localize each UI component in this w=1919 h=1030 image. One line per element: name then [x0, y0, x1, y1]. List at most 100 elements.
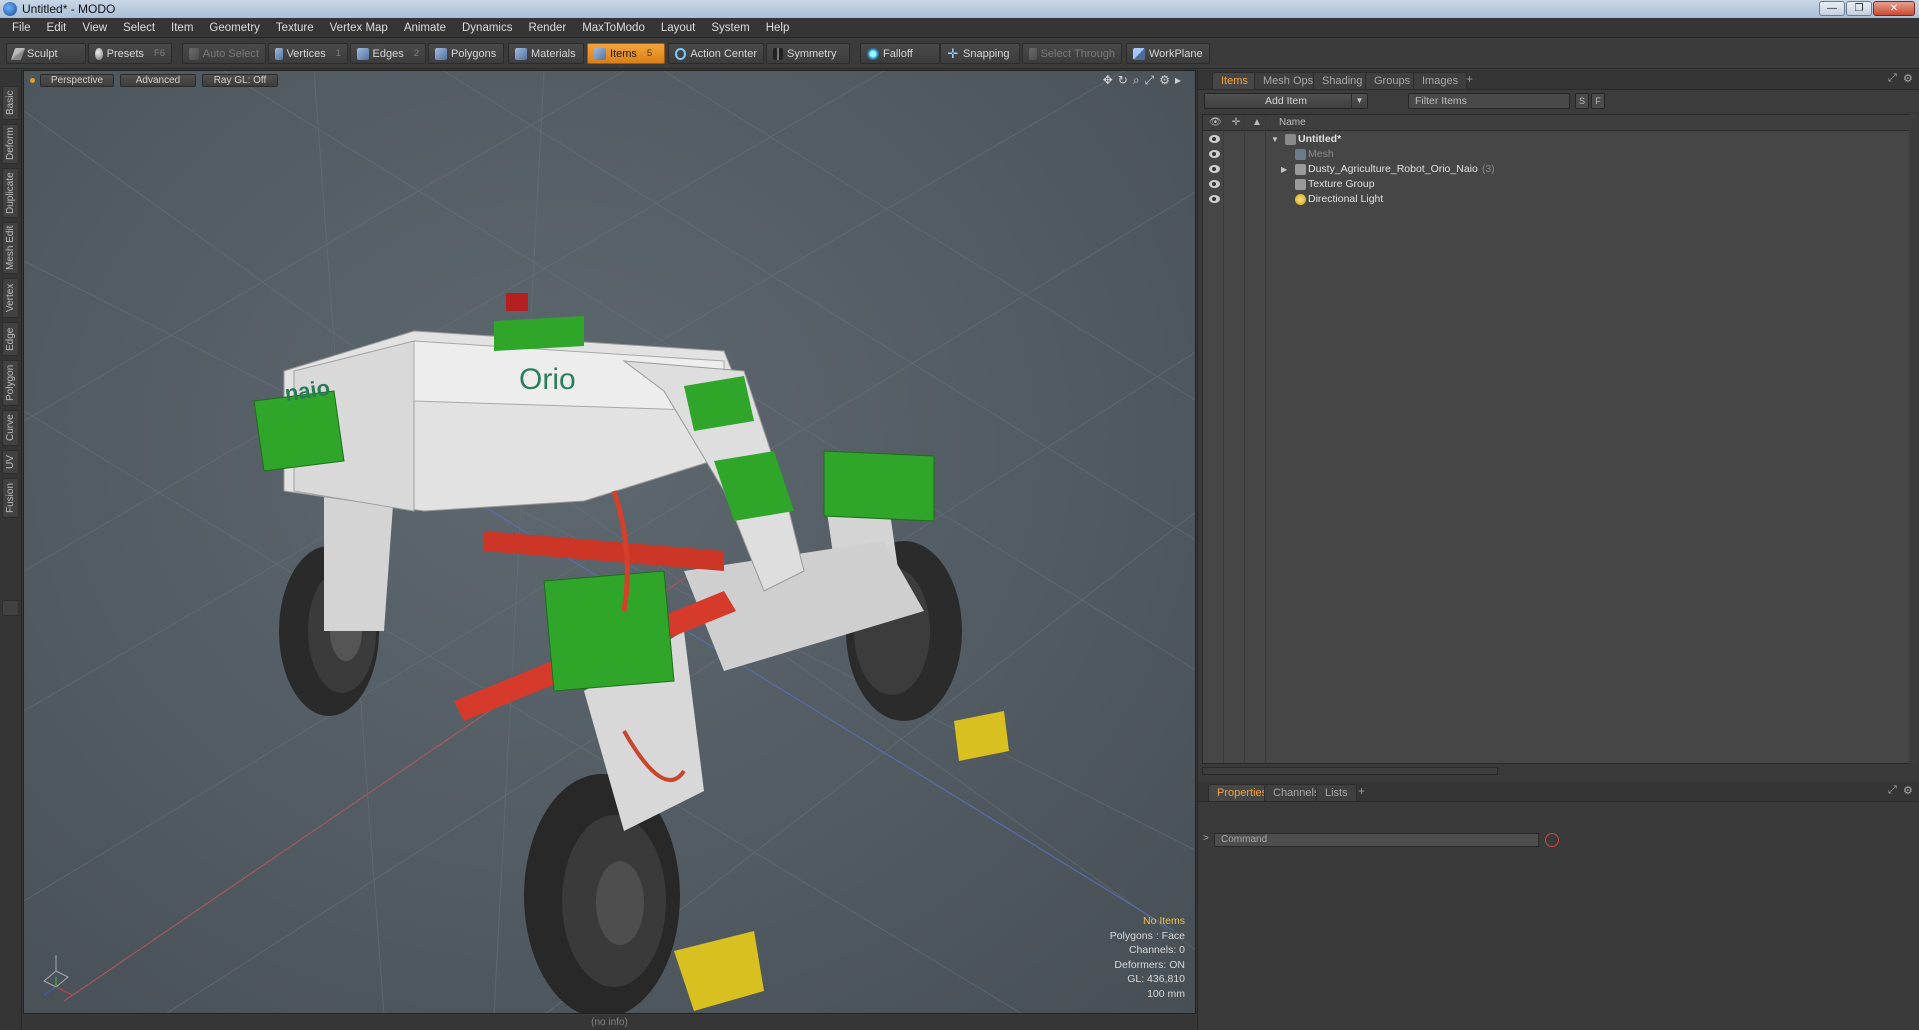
render-column-icon[interactable]: ▲: [1251, 117, 1263, 129]
add-tab-icon[interactable]: +: [1466, 72, 1473, 86]
menu-view[interactable]: View: [74, 18, 115, 38]
tab-lists[interactable]: Lists: [1316, 784, 1357, 801]
tab-fusion[interactable]: Fusion: [2, 478, 19, 518]
panel-settings-icon[interactable]: ⚙: [1903, 72, 1913, 85]
viewport-menu-dot[interactable]: [30, 78, 35, 83]
menu-texture[interactable]: Texture: [268, 18, 322, 38]
zoom-icon[interactable]: ⌕: [1133, 73, 1140, 88]
tab-curve[interactable]: Curve: [2, 410, 19, 446]
lock-column-icon[interactable]: ✛: [1230, 117, 1242, 129]
horizontal-scrollbar[interactable]: [1202, 767, 1498, 775]
expand-arrow-icon[interactable]: ▶: [1281, 162, 1291, 177]
command-history-icon[interactable]: [1545, 833, 1559, 847]
modo-app-icon: [3, 2, 17, 16]
collapse-arrow-icon[interactable]: ▼: [1271, 132, 1281, 147]
menu-layout[interactable]: Layout: [653, 18, 704, 38]
rotate-icon[interactable]: ↻: [1118, 73, 1128, 88]
menu-render[interactable]: Render: [520, 18, 574, 38]
add-item-dropdown-icon[interactable]: ▼: [1351, 94, 1367, 108]
tab-polygon[interactable]: Polygon: [2, 360, 19, 406]
select-through-button[interactable]: Select Through: [1022, 43, 1122, 64]
tab-basic[interactable]: Basic: [2, 86, 19, 120]
vertices-mode-button[interactable]: Vertices 1: [268, 43, 348, 64]
hud-polygons: Polygons : Face: [1109, 929, 1185, 942]
menu-select[interactable]: Select: [115, 18, 163, 38]
snapping-button[interactable]: ✛ Snapping: [940, 43, 1020, 64]
sculpt-button[interactable]: Sculpt: [6, 43, 86, 64]
items-mode-button[interactable]: Items 5: [587, 43, 665, 64]
tree-row-robot[interactable]: ▶ Dusty_Agriculture_Robot_Orio_Naio (3): [1203, 162, 1913, 177]
fit-icon[interactable]: ⤢: [1145, 73, 1155, 88]
vertical-scrollbar[interactable]: [1909, 114, 1917, 764]
panel-maximize-icon[interactable]: ⤢: [1888, 72, 1897, 85]
workplane-button[interactable]: WorkPlane: [1126, 43, 1210, 64]
items-icon: [594, 47, 606, 60]
auto-select-icon: [189, 47, 199, 60]
visibility-eye-icon[interactable]: [1209, 165, 1220, 173]
tab-deform[interactable]: Deform: [2, 124, 19, 164]
tab-mesh-ops[interactable]: Mesh Ops: [1254, 72, 1323, 89]
close-button[interactable]: ✕: [1873, 1, 1915, 16]
snapping-icon: ✛: [947, 45, 959, 61]
action-center-button[interactable]: Action Center: [668, 43, 764, 64]
panel-settings-icon[interactable]: ⚙: [1903, 784, 1913, 797]
materials-mode-button[interactable]: Materials: [508, 43, 584, 64]
menu-help[interactable]: Help: [758, 18, 798, 38]
menu-dynamics[interactable]: Dynamics: [454, 18, 520, 38]
minimize-button[interactable]: —: [1819, 1, 1845, 16]
visibility-eye-icon[interactable]: [1209, 135, 1220, 143]
menu-edit[interactable]: Edit: [39, 18, 75, 38]
expand-arrow-icon[interactable]: ▸: [1175, 73, 1181, 88]
symmetry-button[interactable]: Symmetry: [766, 43, 850, 64]
tab-collapse-handle[interactable]: [2, 600, 19, 616]
tree-row-mesh[interactable]: Mesh: [1203, 147, 1913, 162]
add-item-button[interactable]: Add Item ▼: [1204, 93, 1368, 109]
item-list-tree[interactable]: 👁 ✛ ▲ Name ▼ Untitled* Mesh ▶ Dusty_Agri…: [1202, 114, 1914, 764]
menu-animate[interactable]: Animate: [396, 18, 454, 38]
tab-vertex[interactable]: Vertex: [2, 278, 19, 318]
mesh-icon: [1295, 149, 1306, 160]
tab-groups[interactable]: Groups: [1365, 72, 1420, 89]
menu-geometry[interactable]: Geometry: [201, 18, 268, 38]
properties-tab-row: Properties Channels Lists + ⤢ ⚙: [1198, 782, 1919, 802]
menu-system[interactable]: System: [703, 18, 757, 38]
visibility-eye-icon[interactable]: [1209, 180, 1220, 188]
menu-item[interactable]: Item: [163, 18, 201, 38]
maximize-button[interactable]: ❐: [1846, 1, 1872, 16]
name-column-header[interactable]: Name: [1279, 117, 1306, 128]
filter-items-input[interactable]: Filter Items: [1408, 93, 1570, 109]
tab-edge[interactable]: Edge: [2, 322, 19, 356]
tab-images[interactable]: Images: [1413, 72, 1468, 89]
auto-select-button[interactable]: Auto Select: [182, 43, 266, 64]
tab-duplicate[interactable]: Duplicate: [2, 168, 19, 218]
visibility-column-icon[interactable]: 👁: [1209, 117, 1222, 129]
shading-mode-dropdown[interactable]: Advanced: [120, 74, 196, 87]
tree-row-texture-group[interactable]: Texture Group: [1203, 177, 1913, 192]
visibility-eye-icon[interactable]: [1209, 195, 1220, 203]
panel-maximize-icon[interactable]: ⤢: [1888, 784, 1897, 797]
tab-items[interactable]: Items: [1212, 72, 1257, 89]
falloff-button[interactable]: Falloff: [860, 43, 940, 64]
3d-viewport[interactable]: naio Orio Perspective Advanced Ray GL: O…: [23, 70, 1196, 1014]
polygons-mode-button[interactable]: Polygons: [428, 43, 504, 64]
edges-mode-button[interactable]: Edges 2: [350, 43, 426, 64]
visibility-eye-icon[interactable]: [1209, 150, 1220, 158]
pan-icon[interactable]: ✥: [1103, 73, 1113, 88]
tab-uv[interactable]: UV: [2, 450, 19, 474]
tab-shading[interactable]: Shading: [1313, 72, 1372, 89]
menu-vertex-map[interactable]: Vertex Map: [322, 18, 396, 38]
menu-file[interactable]: File: [4, 18, 39, 38]
presets-button[interactable]: Presets F6: [88, 43, 172, 64]
add-tab-icon[interactable]: +: [1358, 784, 1365, 798]
f-toggle-button[interactable]: F: [1591, 93, 1605, 109]
view-type-dropdown[interactable]: Perspective: [40, 74, 114, 87]
menu-maxtomodo[interactable]: MaxToModo: [574, 18, 653, 38]
command-input[interactable]: Command: [1214, 833, 1539, 847]
viewport-settings-icon[interactable]: ⚙: [1159, 73, 1170, 88]
raygl-toggle[interactable]: Ray GL: Off: [202, 74, 278, 87]
tree-row-directional-light[interactable]: Directional Light: [1203, 192, 1913, 207]
tree-row-scene[interactable]: ▼ Untitled*: [1203, 132, 1913, 147]
tab-mesh-edit[interactable]: Mesh Edit: [2, 222, 19, 274]
s-toggle-button[interactable]: S: [1575, 93, 1589, 109]
left-tool-tabs: Basic Deform Duplicate Mesh Edit Vertex …: [0, 70, 22, 1030]
